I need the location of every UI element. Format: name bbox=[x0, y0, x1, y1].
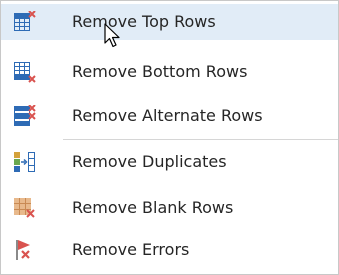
menu-item-remove-top-rows[interactable]: Remove Top Rows bbox=[1, 4, 338, 40]
menu-item-label: Remove Duplicates bbox=[72, 152, 227, 171]
menu-item-label: Remove Bottom Rows bbox=[72, 62, 248, 81]
remove-blank-rows-icon bbox=[13, 197, 37, 219]
menu-item-remove-alternate-rows[interactable]: Remove Alternate Rows bbox=[1, 98, 338, 134]
menu-item-remove-duplicates[interactable]: Remove Duplicates bbox=[1, 144, 338, 180]
menu-item-remove-blank-rows[interactable]: Remove Blank Rows bbox=[1, 190, 338, 226]
menu-item-label: Remove Alternate Rows bbox=[72, 106, 263, 125]
menu-item-label: Remove Errors bbox=[72, 240, 190, 259]
menu-item-remove-errors[interactable]: Remove Errors bbox=[1, 232, 338, 268]
menu-item-label: Remove Blank Rows bbox=[72, 198, 234, 217]
menu-item-label: Remove Top Rows bbox=[72, 12, 216, 31]
remove-alternate-rows-icon bbox=[13, 105, 37, 127]
remove-top-rows-icon bbox=[13, 11, 37, 33]
remove-bottom-rows-icon bbox=[13, 61, 37, 83]
menu-separator bbox=[63, 139, 338, 140]
remove-duplicates-icon bbox=[13, 151, 37, 173]
remove-rows-menu: Remove Top Rows Remove Bottom Rows Remov… bbox=[0, 0, 339, 275]
remove-errors-icon bbox=[13, 239, 37, 261]
menu-item-remove-bottom-rows[interactable]: Remove Bottom Rows bbox=[1, 54, 338, 90]
